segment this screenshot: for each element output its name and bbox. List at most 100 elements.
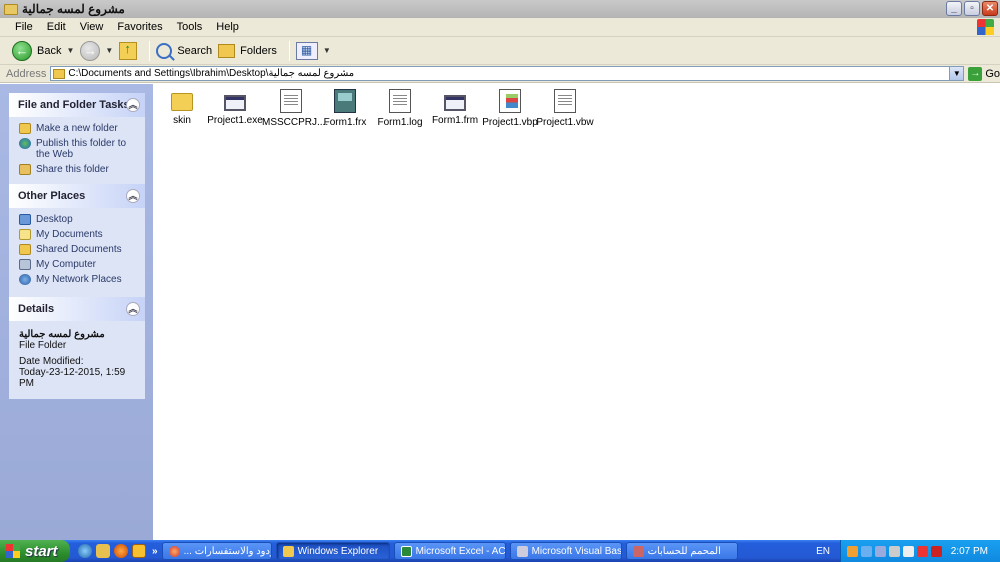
forward-dropdown-icon[interactable]: ▼: [105, 46, 113, 55]
vb-project-icon: [499, 89, 521, 113]
up-button[interactable]: [119, 41, 138, 60]
folders-button[interactable]: Folders: [218, 43, 277, 58]
taskbar-button-forum[interactable]: ... الردود والاستفسارات: [161, 542, 272, 560]
menu-bar: File Edit View Favorites Tools Help: [0, 18, 1000, 37]
collapse-chevron-icon[interactable]: ︽: [126, 302, 140, 316]
file-item-skin[interactable]: skin: [153, 89, 211, 126]
file-item-form1-frx[interactable]: Form1.frx: [316, 89, 374, 128]
file-item-project1-exe[interactable]: Project1.exe: [206, 89, 264, 126]
file-item-form1-log[interactable]: Form1.log: [371, 89, 429, 128]
quick-launch-more[interactable]: »: [152, 546, 158, 557]
task-share-folder[interactable]: Share this folder: [19, 164, 137, 175]
back-button[interactable]: ← Back ▼: [12, 40, 74, 61]
tool-icon[interactable]: [96, 544, 110, 558]
menu-tools[interactable]: Tools: [170, 21, 210, 33]
collapse-chevron-icon[interactable]: ︽: [126, 98, 140, 112]
globe-icon: [19, 138, 31, 149]
panel-header[interactable]: Other Places ︽: [9, 184, 145, 208]
frx-icon: [334, 89, 356, 113]
file-name: Project1.vbw: [536, 117, 594, 128]
menu-favorites[interactable]: Favorites: [110, 21, 169, 33]
collapse-chevron-icon[interactable]: ︽: [126, 189, 140, 203]
network-icon: [19, 274, 31, 285]
place-label: My Computer: [36, 259, 97, 270]
task-publish-folder[interactable]: Publish this folder to the Web: [19, 138, 137, 160]
minimize-button[interactable]: _: [946, 1, 962, 16]
views-button[interactable]: ▼: [295, 41, 331, 60]
window-controls: _ ▫ ✕: [946, 1, 998, 16]
search-button[interactable]: Search: [156, 42, 212, 59]
place-shared-documents[interactable]: Shared Documents: [19, 244, 137, 255]
taskbar-button-label: المحمم للحسابات: [647, 545, 721, 557]
office-icon[interactable]: [132, 544, 146, 558]
file-name: Form1.log: [377, 117, 423, 128]
language-indicator[interactable]: EN: [816, 546, 830, 557]
internet-explorer-icon[interactable]: [78, 544, 92, 558]
document-icon: [280, 89, 302, 113]
menu-edit[interactable]: Edit: [40, 21, 73, 33]
vb-icon: [516, 545, 528, 557]
share-icon: [19, 164, 31, 175]
panel-header[interactable]: Details ︽: [9, 297, 145, 321]
tray-app-icon[interactable]: [847, 545, 858, 557]
menu-file[interactable]: File: [8, 21, 40, 33]
forward-button[interactable]: → ▼: [80, 40, 113, 61]
go-label: Go: [985, 67, 1000, 80]
tray-utility-icon[interactable]: [875, 545, 886, 557]
folder-icon: [4, 3, 18, 15]
panel-title: Details: [18, 303, 55, 315]
taskbar-button-accounting-app[interactable]: المحمم للحسابات: [625, 542, 738, 560]
shared-folder-icon: [19, 244, 31, 255]
panel-title: Other Places: [18, 190, 86, 202]
taskbar-button-windows-explorer[interactable]: Windows Explorer: [275, 542, 390, 560]
start-label: start: [25, 542, 58, 560]
back-arrow-icon: ←: [12, 40, 32, 61]
file-item-mssccprj[interactable]: MSSCCPRJ....: [262, 89, 329, 128]
file-name: MSSCCPRJ....: [262, 117, 329, 128]
menu-view[interactable]: View: [73, 21, 111, 33]
close-button[interactable]: ✕: [982, 1, 998, 16]
place-desktop[interactable]: Desktop: [19, 214, 137, 225]
security-icon[interactable]: [931, 545, 942, 557]
details-modified-label: Date Modified:: [19, 356, 84, 367]
toolbar-separator: [288, 40, 290, 61]
tray-settings-icon[interactable]: [889, 545, 900, 557]
restore-button[interactable]: ▫: [964, 1, 980, 16]
taskbar-button-label: Microsoft Visual Basic ...: [531, 545, 622, 557]
computer-icon: [19, 259, 31, 270]
place-my-network-places[interactable]: My Network Places: [19, 274, 137, 285]
place-my-documents[interactable]: My Documents: [19, 229, 137, 240]
menu-help[interactable]: Help: [209, 21, 246, 33]
back-dropdown-icon[interactable]: ▼: [66, 46, 74, 55]
file-name: skin: [173, 115, 191, 126]
quick-launch: [78, 544, 146, 558]
address-dropdown-icon[interactable]: ▼: [949, 67, 964, 80]
folders-icon: [218, 43, 236, 58]
go-button[interactable]: → Go: [968, 66, 1000, 81]
address-input[interactable]: C:\Documents and Settings\Ibrahim\Deskto…: [50, 66, 965, 81]
task-make-new-folder[interactable]: Make a new folder: [19, 123, 137, 134]
views-dropdown-icon[interactable]: ▼: [323, 46, 331, 55]
place-my-computer[interactable]: My Computer: [19, 259, 137, 270]
folders-label: Folders: [240, 44, 277, 57]
taskbar: start » ... الردود والاستفسارات Windows …: [0, 540, 1000, 562]
file-item-project1-vbw[interactable]: Project1.vbw: [536, 89, 594, 128]
volume-icon[interactable]: [903, 545, 914, 557]
panel-body: Desktop My Documents Shared Documents My…: [9, 208, 145, 297]
file-item-project1-vbp[interactable]: Project1.vbp: [481, 89, 539, 128]
back-label: Back: [37, 44, 62, 57]
toolbar-separator: [149, 40, 151, 61]
clock[interactable]: 2:07 PM: [951, 546, 988, 557]
taskbar-button-visual-basic[interactable]: Microsoft Visual Basic ...: [509, 542, 622, 560]
warning-icon[interactable]: [917, 545, 928, 557]
up-folder-icon: [119, 41, 138, 60]
file-item-form1-frm[interactable]: Form1.frm: [426, 89, 484, 126]
tray-network-icon[interactable]: [861, 545, 872, 557]
panel-header[interactable]: File and Folder Tasks ︽: [9, 93, 145, 117]
firefox-icon[interactable]: [114, 544, 128, 558]
go-arrow-icon: →: [968, 66, 983, 81]
windows-logo-icon: [977, 19, 994, 35]
file-list[interactable]: skin Project1.exe MSSCCPRJ.... Form1.frx…: [153, 84, 1000, 540]
start-button[interactable]: start: [0, 540, 70, 562]
taskbar-button-excel[interactable]: Microsoft Excel - ACC...: [393, 542, 506, 560]
